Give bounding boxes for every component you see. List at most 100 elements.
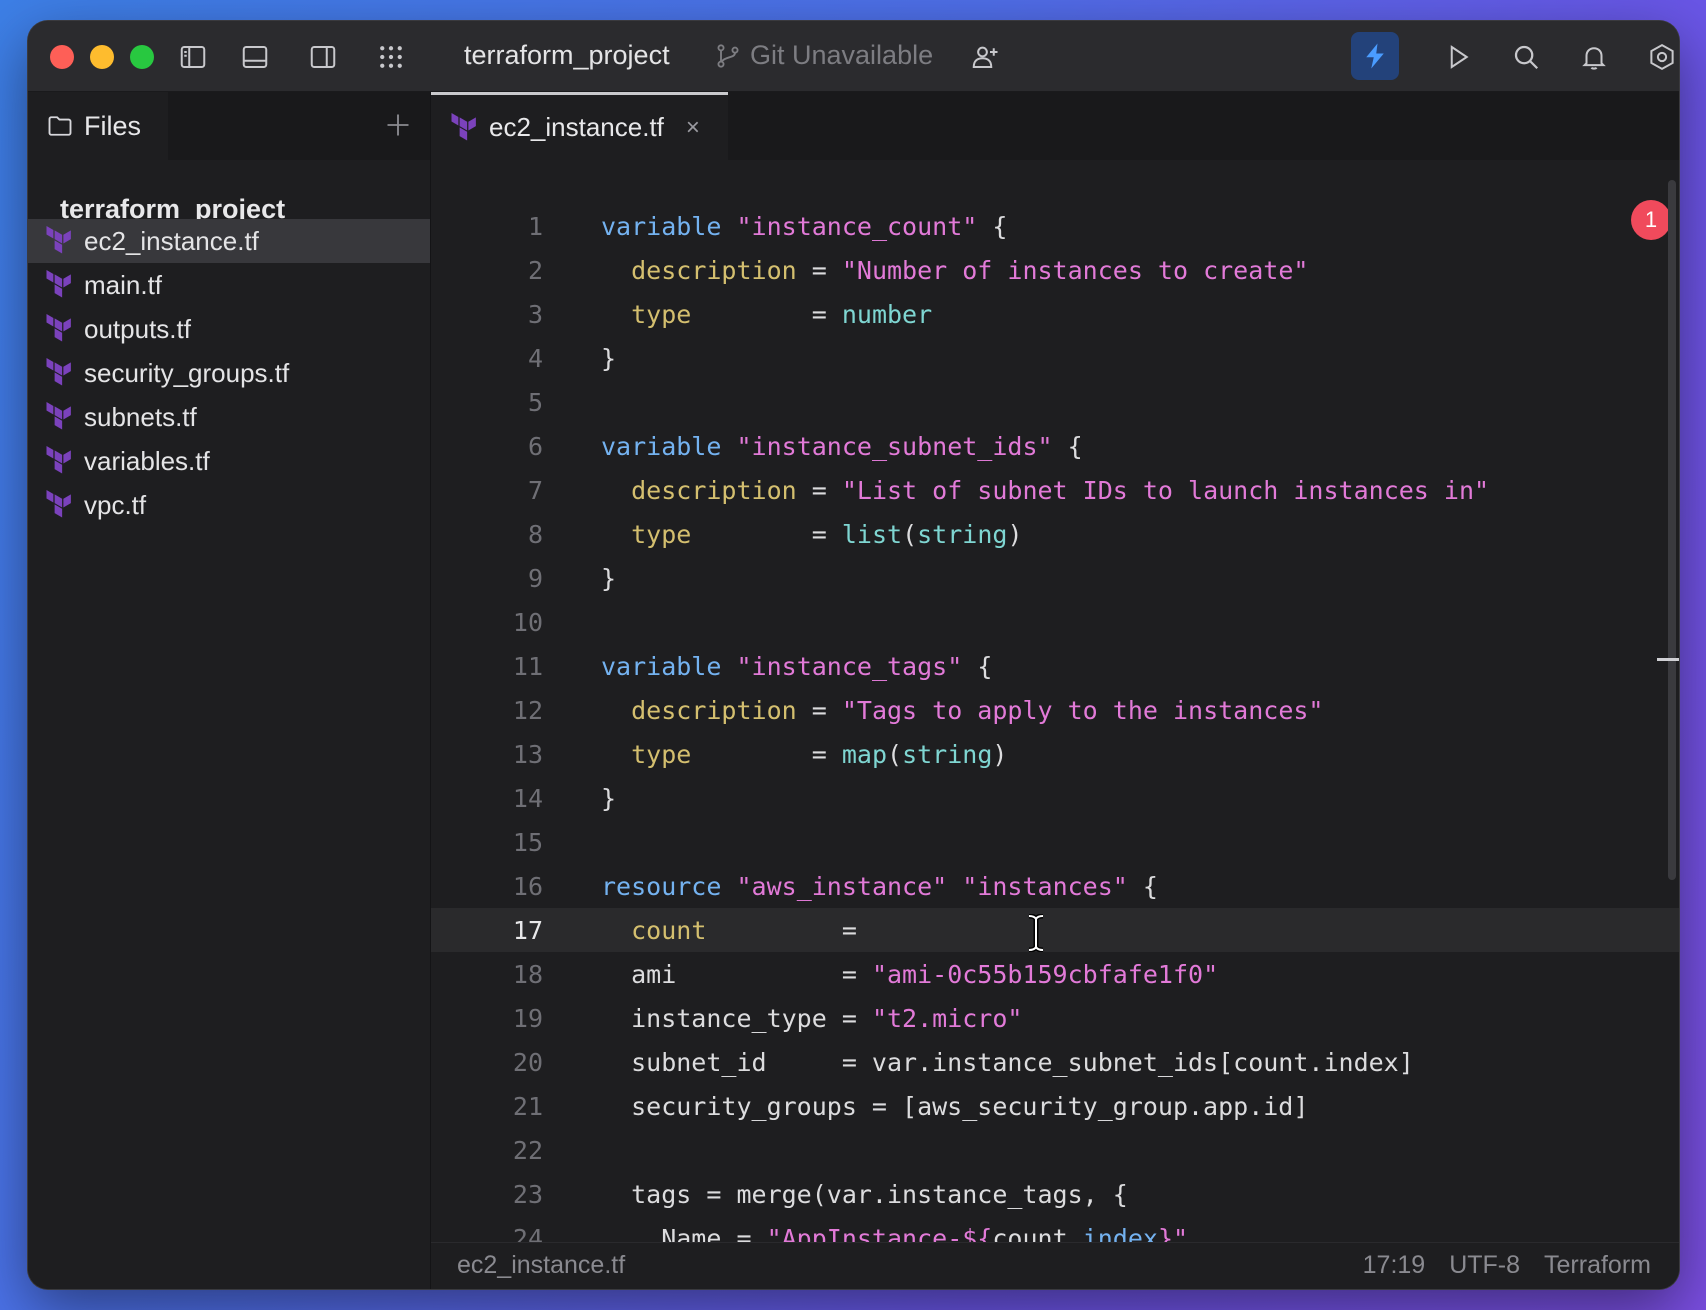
minimize-window-button[interactable]	[90, 45, 114, 69]
code-line[interactable]: 9}	[431, 556, 1679, 600]
tab-close-icon[interactable]: ×	[686, 114, 700, 142]
file-encoding[interactable]: UTF-8	[1449, 1251, 1520, 1280]
editor-area: ec2_instance.tf × 1 variable "instance_co…	[431, 92, 1679, 1289]
line-number: 15	[512, 827, 543, 857]
editor-tab-ec2-instance[interactable]: ec2_instance.tf ×	[431, 92, 728, 160]
add-file-plus-icon[interactable]	[380, 107, 416, 143]
code-editor[interactable]: 1 variable "instance_count" {2 descriptio…	[431, 204, 1679, 1260]
line-number: 20	[512, 1047, 543, 1077]
code-line[interactable]: 1 variable "instance_count" {	[431, 204, 1679, 248]
code-line[interactable]: 2 description = "Number of instances to …	[431, 248, 1679, 292]
code-line[interactable]: 8 type = list(string)	[431, 512, 1679, 556]
git-branch-icon	[717, 43, 739, 68]
bottom-panel-toggle-icon[interactable]	[238, 40, 272, 74]
code-line[interactable]: 16 resource "aws_instance" "instances" {	[431, 864, 1679, 908]
code-line[interactable]: 13 type = map(string)	[431, 732, 1679, 776]
code-token: =	[796, 475, 842, 505]
terraform-file-icon	[451, 112, 476, 140]
code-line[interactable]: 23 tags = merge(var.instance_tags, {	[431, 1172, 1679, 1216]
editor-tab-bar: ec2_instance.tf ×	[431, 92, 1679, 160]
notifications-bell-icon[interactable]	[1577, 40, 1611, 74]
line-content: resource "aws_instance" "instances" {	[601, 872, 1158, 901]
code-line[interactable]: 21 security_groups = [aws_security_group…	[431, 1084, 1679, 1128]
settings-gear-icon[interactable]	[1645, 40, 1679, 74]
run-play-icon[interactable]	[1441, 40, 1475, 74]
code-token: ami =	[601, 959, 872, 989]
close-window-button[interactable]	[50, 45, 74, 69]
code-token: "t2.micro"	[871, 1003, 1023, 1033]
code-token: )	[992, 739, 1008, 769]
add-collaborator-icon[interactable]	[968, 40, 1002, 74]
search-icon[interactable]	[1509, 40, 1543, 74]
line-number: 7	[527, 475, 543, 505]
line-number: 23	[512, 1179, 543, 1209]
ai-assistant-button[interactable]	[1351, 32, 1399, 80]
code-token: =	[691, 739, 842, 769]
code-token: )	[1007, 519, 1023, 549]
right-sidebar-toggle-icon[interactable]	[306, 40, 340, 74]
code-token: {	[1052, 431, 1083, 461]
file-list-item[interactable]: main.tf	[28, 263, 430, 307]
lightning-bolt-icon	[1366, 43, 1384, 69]
language-mode[interactable]: Terraform	[1544, 1251, 1651, 1280]
file-list-item[interactable]: outputs.tf	[28, 307, 430, 351]
code-token: "List of subnet IDs to launch instances …	[841, 475, 1490, 505]
line-number: 5	[527, 387, 543, 417]
code-line[interactable]: 19 instance_type = "t2.micro"	[431, 996, 1679, 1040]
line-number: 14	[512, 783, 543, 813]
line-number: 18	[512, 959, 543, 989]
left-sidebar-toggle-icon[interactable]	[176, 40, 210, 74]
code-token: map	[841, 739, 887, 769]
code-line[interactable]: 11 variable "instance_tags" {	[431, 644, 1679, 688]
code-token: "instances"	[962, 871, 1128, 901]
sidebar-tab-bar: Files	[28, 92, 430, 160]
cursor-position[interactable]: 17:19	[1363, 1251, 1426, 1280]
editor-scrollbar[interactable]	[1668, 180, 1676, 880]
file-list-item[interactable]: variables.tf	[28, 439, 430, 483]
file-list-item[interactable]: vpc.tf	[28, 483, 430, 527]
code-token: variable	[601, 431, 722, 461]
code-line[interactable]: 10	[431, 600, 1679, 644]
code-line[interactable]: 15	[431, 820, 1679, 864]
file-list-item[interactable]: subnets.tf	[28, 395, 430, 439]
code-line[interactable]: 12 description = "Tags to apply to the i…	[431, 688, 1679, 732]
apps-grid-icon[interactable]	[374, 40, 408, 74]
code-token: "Tags to apply to the instances"	[841, 695, 1324, 725]
code-token: type	[631, 519, 692, 549]
line-content: security_groups = [aws_security_group.ap…	[601, 1092, 1308, 1121]
code-line[interactable]: 6 variable "instance_subnet_ids" {	[431, 424, 1679, 468]
code-line[interactable]: 22	[431, 1128, 1679, 1172]
scrollbar-position-marker	[1657, 658, 1679, 661]
git-status[interactable]: Git Unavailable	[714, 40, 933, 71]
line-number: 12	[512, 695, 543, 725]
files-tab[interactable]: Files	[28, 92, 168, 160]
code-line[interactable]: 7 description = "List of subnet IDs to l…	[431, 468, 1679, 512]
code-line[interactable]: 20 subnet_id = var.instance_subnet_ids[c…	[431, 1040, 1679, 1084]
code-token: variable	[601, 211, 722, 241]
line-content: }	[601, 784, 616, 813]
code-line[interactable]: 18 ami = "ami-0c55b159cbfafe1f0"	[431, 952, 1679, 996]
file-list-item[interactable]: security_groups.tf	[28, 351, 430, 395]
terraform-file-icon	[46, 358, 71, 386]
project-title[interactable]: terraform_project	[464, 40, 670, 71]
error-count-badge[interactable]: 1	[1631, 200, 1671, 240]
code-token: "instance_count"	[736, 211, 978, 241]
file-list-item[interactable]: ec2_instance.tf	[28, 219, 430, 263]
line-number: 4	[527, 343, 543, 373]
code-token: security_groups = [aws_security_group.ap…	[601, 1091, 1309, 1121]
file-list: ec2_instance.tf main.tf outputs.tf security…	[28, 219, 430, 527]
file-name-label: subnets.tf	[84, 401, 197, 432]
code-line[interactable]: 5	[431, 380, 1679, 424]
code-line[interactable]: 14}	[431, 776, 1679, 820]
file-name-label: vpc.tf	[84, 489, 147, 520]
maximize-window-button[interactable]	[130, 45, 154, 69]
code-line[interactable]: 17 count =	[431, 908, 1679, 952]
line-number: 19	[512, 1003, 543, 1033]
code-line[interactable]: 3 type = number	[431, 292, 1679, 336]
text-cursor-icon	[1028, 914, 1044, 952]
code-token: }	[601, 563, 617, 593]
code-line[interactable]: 4}	[431, 336, 1679, 380]
